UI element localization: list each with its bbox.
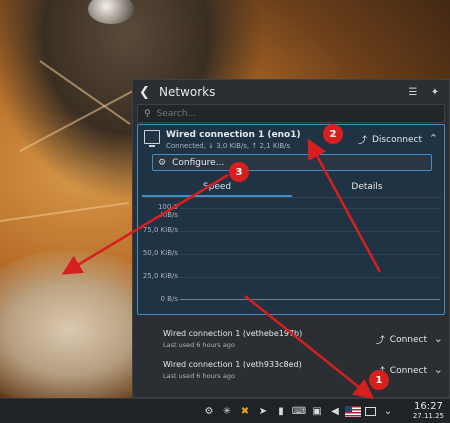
- connection-name: Wired connection 1 (vethebe197b): [163, 329, 303, 338]
- disconnect-label: Disconnect: [372, 134, 422, 145]
- xournal-icon[interactable]: ✖: [236, 402, 254, 420]
- pin-icon[interactable]: ✦: [427, 84, 443, 100]
- slack-icon[interactable]: ✳: [218, 402, 236, 420]
- graph-gridline: [180, 254, 440, 255]
- active-connection-row[interactable]: Wired connection 1 (eno1) Connected, ↓ 3…: [138, 125, 444, 153]
- connection-last-used: Last used 6 hours ago: [163, 372, 235, 380]
- system-tray: ⚙ ✳ ✖ ➤ ▮ ⌨ ▣ ◀ ⌄: [200, 401, 397, 421]
- back-arrow-icon[interactable]: ❮: [139, 85, 153, 100]
- search-field[interactable]: ⚲: [137, 104, 445, 123]
- graph-y-label: 75,0 KiB/s: [142, 226, 178, 234]
- connect-label: Connect: [389, 365, 427, 376]
- clipboard-icon[interactable]: ▮: [272, 402, 290, 420]
- search-icon: ⚲: [144, 108, 151, 119]
- volume-icon[interactable]: ◀: [326, 402, 344, 420]
- speed-graph: 100,0 KiB/s 75,0 KiB/s 50,0 KiB/s 25,0 K…: [138, 199, 444, 313]
- graph-y-label: 50,0 KiB/s: [142, 249, 178, 257]
- connection-name: Wired connection 1 (eno1): [166, 130, 301, 140]
- bug-icon[interactable]: ⚙: [200, 402, 218, 420]
- disconnect-button[interactable]: ⤴ Disconnect: [357, 133, 422, 147]
- chevron-up-icon[interactable]: ⌃: [429, 132, 438, 145]
- annotation-badge: 3: [229, 162, 249, 182]
- connect-label: Connect: [389, 334, 427, 345]
- telegram-icon[interactable]: ➤: [254, 402, 272, 420]
- search-input[interactable]: [156, 108, 417, 119]
- chevron-down-icon[interactable]: ⌄: [434, 332, 443, 345]
- active-connection-card[interactable]: Wired connection 1 (eno1) Connected, ↓ 3…: [137, 124, 445, 315]
- configure-label: Configure...: [172, 157, 225, 168]
- graph-y-label: 100,0 KiB/s: [157, 203, 178, 219]
- connection-tabs: Speed Details: [142, 179, 442, 197]
- kdeconnect-icon[interactable]: ▣: [308, 402, 326, 420]
- tab-speed[interactable]: Speed: [142, 179, 292, 197]
- connection-last-used: Last used 6 hours ago: [163, 341, 235, 349]
- chevron-down-icon[interactable]: ⌄: [434, 363, 443, 376]
- tab-details[interactable]: Details: [292, 179, 442, 197]
- tab-divider: [142, 197, 442, 198]
- keyboard-layout-flag-icon[interactable]: [344, 402, 362, 420]
- clock-date: 27.11.25: [412, 412, 444, 420]
- annotation-badge: 2: [323, 124, 343, 144]
- water-drop-decoration: [88, 0, 134, 24]
- connection-row[interactable]: Wired connection 1 (veth933c8ed) Last us…: [133, 357, 449, 385]
- taskbar: ⚙ ✳ ✖ ➤ ▮ ⌨ ▣ ◀ ⌄ 16:27 27.11.25: [0, 398, 450, 423]
- connection-status: Connected, ↓ 3,0 KiB/s, ↑ 2,1 KiB/s: [166, 142, 291, 150]
- clock-time: 16:27: [414, 401, 443, 412]
- network-icon[interactable]: [365, 406, 376, 416]
- graph-y-label: 0 B/s: [160, 295, 179, 303]
- popup-header: ❮ Networks ☰ ✦: [133, 80, 449, 104]
- configure-button[interactable]: ⚙ Configure...: [152, 154, 432, 171]
- connect-button[interactable]: ⤴ Connect: [375, 333, 427, 347]
- configure-icon: ⚙: [158, 157, 167, 168]
- wired-network-icon: [144, 130, 160, 147]
- plug-icon: ⤴: [375, 336, 385, 346]
- graph-gridline: [180, 277, 440, 278]
- graph-baseline: [180, 299, 440, 300]
- graph-gridline: [180, 231, 440, 232]
- clock[interactable]: 16:27 27.11.25: [413, 401, 444, 421]
- annotation-badge: 1: [369, 370, 389, 390]
- graph-gridline: [180, 208, 440, 209]
- expand-tray-chevron-icon[interactable]: ⌄: [379, 402, 397, 420]
- popup-title: Networks: [159, 85, 216, 99]
- graph-y-label: 25,0 KiB/s: [142, 272, 178, 280]
- connection-row[interactable]: Wired connection 1 (vethebe197b) Last us…: [133, 326, 449, 354]
- networks-popup: ❮ Networks ☰ ✦ ⚲ Wired connection 1 (eno…: [132, 79, 450, 398]
- settings-sliders-icon[interactable]: ☰: [405, 84, 421, 100]
- leaf-vein-decoration: [0, 201, 129, 222]
- leaf-vein-decoration: [19, 84, 145, 152]
- connection-name: Wired connection 1 (veth933c8ed): [163, 360, 302, 369]
- keyboard-icon[interactable]: ⌨: [290, 402, 308, 420]
- plug-icon: ⤴: [357, 136, 367, 146]
